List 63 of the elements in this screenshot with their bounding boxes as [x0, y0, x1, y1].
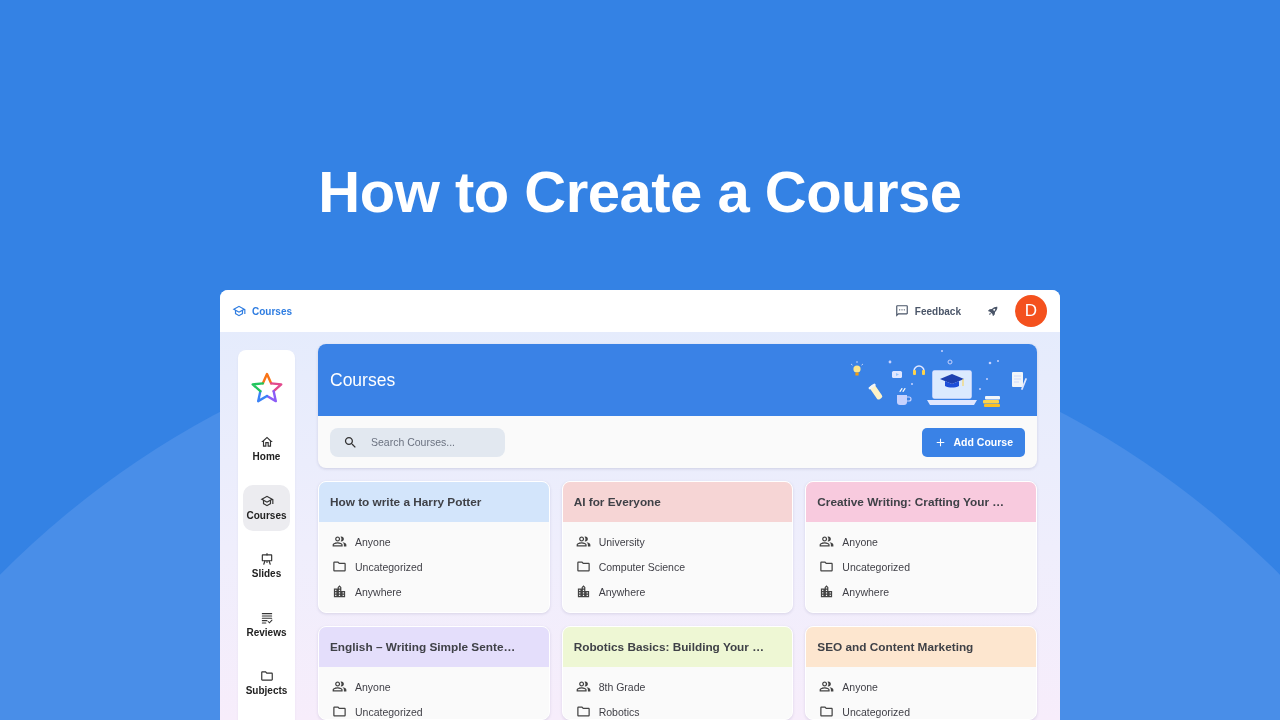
people-icon: [819, 534, 835, 549]
rocket-button[interactable]: [986, 304, 1000, 318]
chat-bubble-icon: [894, 304, 909, 318]
course-title: Robotics Basics: Building Your …: [573, 639, 764, 655]
folder-icon: [332, 704, 347, 719]
nav-item[interactable]: Slides: [243, 543, 290, 589]
nav-item[interactable]: Subjects: [243, 660, 290, 706]
course-title: AI for Everyone: [573, 494, 661, 510]
graduation-cap-icon: [232, 304, 246, 318]
audience-label: University: [598, 535, 645, 548]
subject-label: Uncategorized: [842, 705, 911, 718]
folder-icon: [819, 559, 835, 574]
course-card[interactable]: Robotics Basics: Building Your … 8th Grade Robotics: [561, 626, 794, 720]
nav-item[interactable]: Home: [243, 426, 290, 472]
rocket-icon: [986, 304, 1000, 318]
search-field[interactable]: Search Courses...: [330, 427, 505, 457]
subject-label: Computer Science: [598, 560, 686, 573]
buildings-icon: [575, 584, 591, 599]
folder-icon: [819, 704, 835, 719]
audience-label: 8th Grade: [598, 680, 646, 693]
location-label: Anywhere: [842, 585, 890, 598]
course-card[interactable]: Creative Writing: Crafting Your … Anyone Uncategorized Anywhere: [805, 481, 1037, 613]
course-card[interactable]: AI for Everyone University Computer Science Anywhere: [561, 481, 794, 613]
subject-label: Uncategorized: [355, 560, 423, 573]
subject-label: Uncategorized: [355, 705, 423, 718]
breadcrumb-link[interactable]: Courses: [232, 304, 292, 318]
nav-item[interactable]: Reviews: [243, 601, 290, 648]
audience-label: Anyone: [842, 535, 878, 548]
buildings-icon: [819, 584, 835, 599]
course-title: SEO and Content Marketing: [817, 639, 974, 655]
banner-title: Courses: [330, 369, 396, 391]
course-card[interactable]: English – Writing Simple Sente… Anyone Uncategorized: [318, 626, 550, 720]
page-title: How to Create a Course: [318, 158, 962, 225]
people-icon: [332, 534, 347, 549]
audience-label: Anyone: [355, 535, 391, 548]
buildings-icon: [332, 584, 347, 599]
folder-icon: [332, 559, 347, 574]
course-title: How to write a Harry Potter: [330, 494, 482, 510]
star-logo-icon: [249, 371, 284, 405]
course-title: English – Writing Simple Sente…: [330, 639, 516, 655]
folder-icon: [259, 669, 274, 683]
folder-icon: [575, 559, 591, 574]
course-card[interactable]: SEO and Content Marketing Anyone Uncategorized: [805, 626, 1037, 720]
subject-label: Uncategorized: [842, 560, 911, 573]
location-label: Anywhere: [355, 585, 402, 598]
folder-icon: [575, 704, 591, 719]
home-icon: [259, 435, 274, 449]
audience-label: Anyone: [355, 680, 391, 693]
people-icon: [575, 679, 591, 694]
course-title: Creative Writing: Crafting Your …: [817, 494, 1005, 510]
people-icon: [575, 534, 591, 549]
add-course-button[interactable]: Add Course: [922, 427, 1025, 457]
subject-label: Robotics: [598, 705, 640, 718]
checklist-icon: [259, 610, 274, 625]
location-label: Anywhere: [598, 585, 646, 598]
easel-icon: [259, 552, 274, 566]
nav-item[interactable]: Courses: [243, 484, 290, 531]
course-card[interactable]: How to write a Harry Potter Anyone Uncategorized Anywhere: [318, 481, 550, 613]
audience-label: Anyone: [842, 680, 878, 693]
feedback-button[interactable]: Feedback: [894, 304, 961, 318]
graduation-cap-icon: [259, 493, 274, 508]
people-icon: [332, 679, 347, 694]
people-icon: [819, 679, 835, 694]
